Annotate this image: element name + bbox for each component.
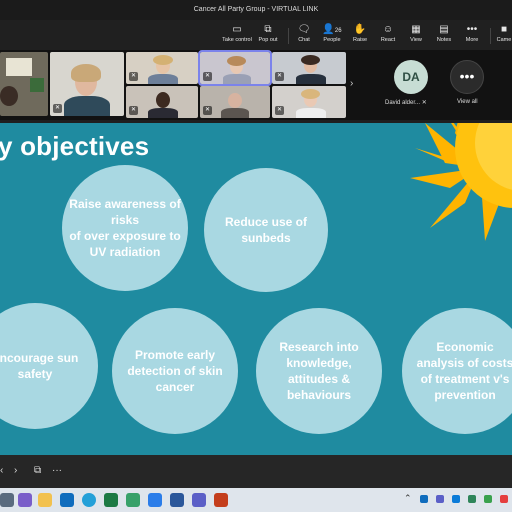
muted-mic-icon: ✕ [129,106,138,115]
camera-icon: ■ [500,24,508,35]
chevron-right-icon[interactable]: › [350,78,353,89]
objective-circle: Economic analysis of costs of treatment … [402,308,512,434]
grid-view-icon[interactable]: ⧉ [34,465,41,476]
participant-name: David alder... ✕ [385,100,427,106]
view-all-label: View all [457,99,478,105]
presentation-controls: ‹ › ⧉ ··· [0,455,512,488]
participant-video-tile[interactable]: ✕ [126,86,198,118]
take-control-button[interactable]: ▭ Take control [220,24,254,48]
participant-video-tile-active[interactable]: ✕ [198,50,272,86]
previous-slide-icon[interactable]: ‹ [0,465,3,476]
next-slide-icon[interactable]: › [14,465,17,476]
participant-video-tile[interactable]: ✕ [272,52,346,84]
muted-mic-icon: ✕ [203,72,212,81]
view-all-button[interactable]: ••• [450,60,484,94]
participant-video-tile[interactable]: ✕ [200,86,270,118]
objective-circle: Encourage sun safety [0,303,98,429]
people-count: 26 [334,28,342,34]
window-title: Cancer All Party Group - VIRTUAL LINK [0,0,512,20]
muted-mic-icon: ✕ [421,100,427,106]
take-control-icon: ▭ [232,24,242,35]
participant-video-tile[interactable]: ✕ [126,52,198,84]
os-taskbar: ⌃ [0,488,512,512]
meeting-toolbar: ▭ Take control ⧉ Pop out 🗨 Chat 👤26 Peop… [0,20,512,50]
chevron-up-icon[interactable]: ⌃ [404,493,412,504]
toolbar-divider [490,28,491,44]
camera-button[interactable]: ■ Came [492,24,512,48]
teams-icon[interactable] [192,493,206,507]
taskbar-app-icon[interactable] [18,493,32,507]
tray-icon[interactable] [500,495,508,503]
more-options-icon[interactable]: ··· [52,465,62,476]
muted-mic-icon: ✕ [275,72,284,81]
onedrive-icon[interactable] [452,495,460,503]
objective-circle: Research into knowledge, attitudes & beh… [256,308,382,434]
muted-mic-icon: ✕ [129,72,138,81]
avatar[interactable]: DA [394,60,428,94]
edge-icon[interactable] [82,493,96,507]
participant-video-strip: ✕ ✕ ✕ ✕ ✕ ✕ ✕ [0,50,512,120]
powerpoint-icon[interactable] [214,493,228,507]
participant-video-tile[interactable]: ✕ [272,86,346,118]
more-icon: ••• [459,68,475,84]
muted-mic-icon: ✕ [53,104,62,113]
app-icon[interactable] [126,493,140,507]
word-icon[interactable] [170,493,184,507]
tray-icon[interactable] [468,495,476,503]
objective-circle: Reduce use of sunbeds [204,168,328,292]
participant-video-tile[interactable]: ✕ [50,52,124,116]
slide-title: y objectives [0,131,150,161]
muted-mic-icon: ✕ [203,106,212,115]
excel-icon[interactable] [104,493,118,507]
objective-circle: Raise awareness of risks of over exposur… [62,165,188,291]
objective-circle: Promote early detection of skin cancer [112,308,238,434]
more-button[interactable]: ••• More [455,24,489,48]
shared-slide: y objectives Raise awareness of risks of… [0,123,512,455]
taskbar-app-icon[interactable] [0,493,14,507]
todo-icon[interactable] [148,493,162,507]
sun-illustration [410,123,512,241]
tray-icon[interactable] [436,495,444,503]
tray-icon[interactable] [484,495,492,503]
pop-out-icon: ⧉ [264,24,272,35]
outlook-icon[interactable] [60,493,74,507]
pop-out-button[interactable]: ⧉ Pop out [251,24,285,48]
muted-mic-icon: ✕ [275,106,284,115]
more-icon: ••• [466,24,478,35]
tray-icon[interactable] [420,495,428,503]
participant-video-tile[interactable] [0,52,48,116]
folder-icon[interactable] [38,493,52,507]
